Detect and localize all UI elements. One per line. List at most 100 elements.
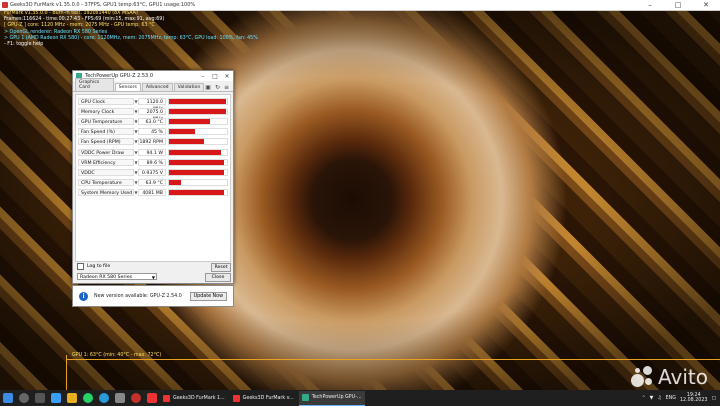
sensor-graph-fill	[169, 118, 210, 124]
gpuz-tabs: Graphics Card Sensors Advanced Validatio…	[73, 78, 233, 92]
whatsapp-icon[interactable]	[83, 393, 93, 403]
taskbar-app-label: Geeks3D FurMark v...	[242, 395, 294, 401]
yandex-icon[interactable]	[131, 393, 141, 403]
tab-advanced[interactable]: Advanced	[141, 83, 173, 91]
close-icon[interactable]: ✕	[692, 1, 720, 9]
sensor-row: System Memory Used ▼ 4081 MB	[78, 189, 228, 197]
sensor-graph-fill	[169, 190, 225, 196]
system-tray: ⌃ ▼ ♫ ENG 19:24 12.08.2023 □	[642, 393, 720, 404]
sensor-label: VDDC	[78, 168, 134, 176]
clock-date: 12.08.2023	[679, 398, 708, 403]
sensor-graph-fill	[169, 108, 226, 114]
sensor-graph-fill	[169, 129, 196, 135]
avito-watermark: Avito	[631, 365, 708, 389]
network-icon[interactable]: ▼	[650, 396, 654, 401]
task-view-icon[interactable]	[35, 393, 45, 403]
search-icon[interactable]	[19, 393, 29, 403]
taskbar: Geeks3D FurMark 1... Geeks3D FurMark v..…	[0, 390, 720, 406]
gpu-select-value: Radeon RX 580 Series	[80, 275, 133, 280]
checkbox-box[interactable]	[77, 263, 84, 270]
tab-sensors[interactable]: Sensors	[114, 83, 141, 91]
furmark-titlebar[interactable]: Geeks3D FurMark v1.35.0.0 - 37FPS, GPU1 …	[0, 0, 720, 11]
menu-icon[interactable]: ≡	[224, 84, 229, 91]
furmark-icon	[163, 394, 170, 402]
sensor-graph	[168, 189, 228, 197]
gpu-select[interactable]: Radeon RX 580 Series ▼	[77, 273, 157, 280]
sensor-graph	[168, 97, 228, 105]
sensor-graph	[168, 148, 228, 156]
sensor-row: VRM Efficiency ▼ 89.6 %	[78, 158, 228, 166]
furmark-taskbar-icon[interactable]	[147, 393, 157, 403]
update-message: New version available: GPU-Z 2.54.0	[94, 293, 182, 299]
sensor-graph	[168, 138, 228, 146]
update-now-button[interactable]: Update Now	[189, 291, 227, 301]
sensor-row: Fan Speed (%) ▼ 45 %	[78, 128, 228, 136]
sensor-row: VDDC ▼ 0.9375 V	[78, 168, 228, 176]
tab-validation[interactable]: Validation	[173, 83, 205, 91]
close-button[interactable]: Close	[205, 273, 231, 282]
camera-icon[interactable]: ▣	[205, 84, 211, 91]
sensor-graph	[168, 128, 228, 136]
chevron-down-icon: ▼	[151, 275, 155, 280]
sensor-graph-fill	[169, 159, 225, 165]
minimize-icon[interactable]: –	[197, 73, 209, 80]
sensor-value: 45 %	[138, 128, 166, 136]
maximize-icon[interactable]: □	[664, 1, 692, 9]
taskbar-app-gpuz[interactable]: TechPowerUp GPU-...	[298, 390, 365, 406]
gpuz-window: TechPowerUp GPU-Z 2.53.0 – □ ✕ Graphics …	[72, 70, 234, 284]
furmark-app-icon	[2, 2, 8, 8]
temperature-graph: GPU 1: 63°C (min: 40°C - max: 72°C)	[66, 353, 720, 390]
sensor-label: Fan Speed (%)	[78, 128, 134, 136]
furmark-icon	[232, 394, 240, 402]
log-to-file-checkbox[interactable]: Log to file	[77, 263, 110, 270]
sensor-value: 63.9 °C	[138, 179, 166, 187]
edge-icon[interactable]	[51, 393, 61, 403]
sensor-label: GPU Clock	[78, 97, 134, 105]
sensor-list: GPU Clock▼1120.0 MHzMemory Clock▼2075.0 …	[75, 94, 231, 262]
sensor-graph-fill	[169, 180, 181, 186]
taskbar-app-furmark-1[interactable]: Geeks3D FurMark 1...	[160, 391, 228, 405]
sensor-value: 2075.0 MHz	[138, 107, 166, 122]
graph-line	[66, 359, 720, 360]
start-icon[interactable]	[3, 393, 13, 403]
telegram-icon[interactable]	[99, 393, 109, 403]
osd-line: - F1: toggle help	[4, 42, 44, 48]
sensor-value: 1892 RPM	[138, 138, 166, 146]
volume-icon[interactable]: ♫	[657, 396, 661, 401]
sensor-label: CPU Temperature	[78, 179, 134, 187]
sensor-label: Fan Speed (RPM)	[78, 138, 134, 146]
graph-label: GPU 1: 63°C (min: 40°C - max: 72°C)	[72, 353, 162, 358]
notifications-icon[interactable]: □	[711, 396, 716, 401]
sensor-graph-fill	[169, 149, 222, 155]
sensor-value: 63.0 °C	[138, 117, 166, 125]
taskbar-app-furmark-2[interactable]: Geeks3D FurMark v...	[230, 391, 297, 405]
graph-axis	[66, 355, 67, 390]
settings-icon[interactable]	[115, 393, 125, 403]
sensor-graph	[168, 107, 228, 115]
folder-icon[interactable]	[67, 393, 77, 403]
sensor-graph-fill	[169, 98, 226, 104]
avito-logo-icon	[631, 366, 655, 388]
sensor-graph	[168, 117, 228, 125]
close-icon[interactable]: ✕	[221, 73, 233, 80]
sensor-label: Memory Clock	[78, 107, 134, 115]
tray-chevron-icon[interactable]: ⌃	[642, 396, 646, 401]
info-icon: i	[79, 291, 88, 301]
clock[interactable]: 19:24 12.08.2023	[680, 393, 707, 404]
sensor-row: Fan Speed (RPM) ▼ 1892 RPM	[78, 138, 228, 146]
sensor-graph	[168, 168, 228, 176]
sensor-value: 4081 MB	[138, 189, 166, 197]
taskbar-app-label: TechPowerUp GPU-...	[311, 395, 362, 400]
sensor-label: GPU Temperature	[78, 117, 134, 125]
minimize-icon[interactable]: –	[636, 1, 664, 9]
sensor-row: Memory Clock▼2075.0 MHz	[78, 107, 228, 122]
language-indicator[interactable]: ENG	[666, 396, 676, 401]
refresh-icon[interactable]: ↻	[215, 84, 220, 91]
maximize-icon[interactable]: □	[209, 73, 221, 80]
update-notification: i New version available: GPU-Z 2.54.0 Up…	[72, 285, 234, 307]
sensor-graph	[168, 158, 228, 166]
reset-button[interactable]: Reset	[211, 263, 231, 272]
sensor-label: System Memory Used	[78, 189, 134, 197]
sensor-row: GPU Clock▼1120.0 MHz	[78, 97, 228, 112]
tab-graphics-card[interactable]: Graphics Card	[75, 78, 114, 91]
